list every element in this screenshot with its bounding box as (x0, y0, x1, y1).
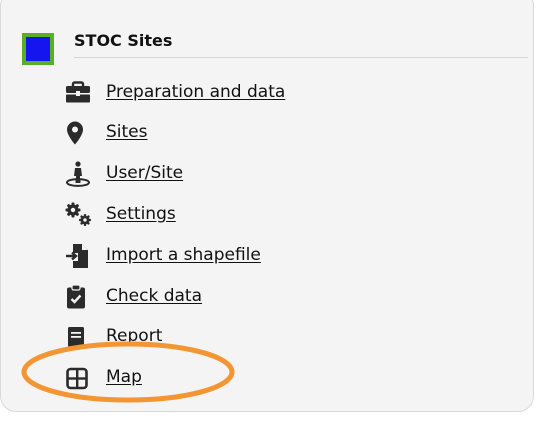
map-marker-icon (64, 120, 94, 146)
menu-item-settings[interactable]: Settings (64, 199, 464, 229)
menu-item-label: Map (106, 367, 142, 387)
menu-item-label: Import a shapefile (106, 245, 261, 265)
menu-item-check-data[interactable]: Check data (64, 281, 464, 311)
menu-item-preparation-and-data[interactable]: Preparation and data (64, 77, 464, 107)
menu-item-label: Sites (106, 122, 148, 142)
menu-item-label: User/Site (106, 163, 184, 183)
menu-item-map[interactable]: Map (64, 362, 464, 392)
menu-item-label: Settings (106, 204, 176, 224)
grid-icon (64, 365, 94, 391)
clipboard-check-icon (64, 284, 94, 310)
menu-item-label: Report (106, 326, 163, 346)
stoc-logo (22, 33, 54, 65)
menu-item-sites[interactable]: Sites (64, 117, 464, 147)
file-import-icon (64, 243, 94, 269)
menu-item-label: Check data (106, 286, 202, 306)
person-pin-icon (64, 161, 94, 187)
menu-item-import-shapefile[interactable]: Import a shapefile (64, 240, 464, 270)
menu-item-report[interactable]: Report (64, 321, 464, 351)
menu-item-label: Preparation and data (106, 82, 286, 102)
menu-list: Preparation and data Sites User/Site Set… (64, 0, 484, 421)
briefcase-icon (64, 80, 94, 106)
gears-icon (64, 202, 94, 228)
menu-item-user-site[interactable]: User/Site (64, 158, 464, 188)
report-icon (64, 324, 94, 350)
